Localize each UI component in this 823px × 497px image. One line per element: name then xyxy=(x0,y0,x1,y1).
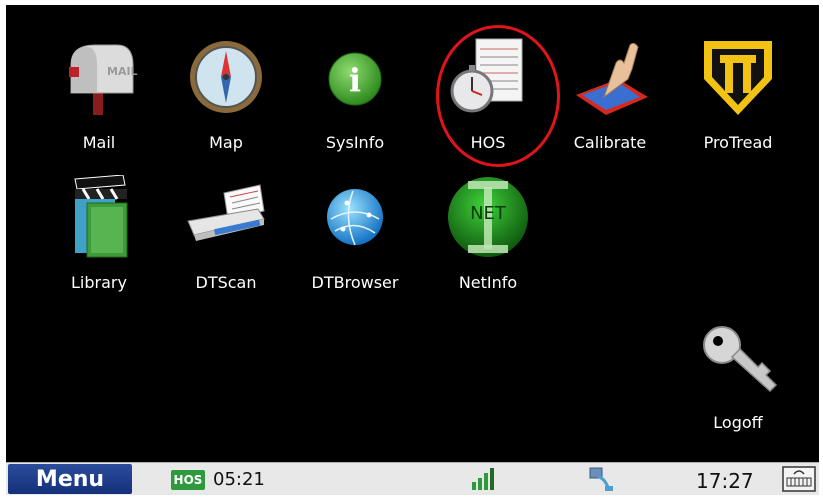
app-label: Map xyxy=(209,133,243,152)
key-icon xyxy=(696,315,780,399)
protread-shield-icon xyxy=(696,35,780,119)
app-hos[interactable]: HOS xyxy=(433,35,543,175)
stopwatch-logbook-icon xyxy=(446,35,530,119)
menu-button[interactable]: Menu xyxy=(8,464,132,494)
compass-icon xyxy=(184,35,268,119)
clock: 17:27 xyxy=(696,469,754,493)
app-netinfo[interactable]: NET NetInfo xyxy=(433,175,543,315)
scanner-icon xyxy=(184,175,268,259)
app-label: Logoff xyxy=(713,413,763,432)
mailbox-icon: MAIL xyxy=(57,35,141,119)
app-label: Mail xyxy=(82,133,116,152)
desktop: MAIL Mail Map i SysInfo HOS Calibrate Pr… xyxy=(6,5,819,462)
app-label: SysInfo xyxy=(325,133,385,152)
hos-remaining-time: 05:21 xyxy=(213,469,265,490)
globe-icon xyxy=(313,175,397,259)
taskbar: Menu HOS 05:21 17:27 xyxy=(6,462,819,495)
app-label: DTScan xyxy=(195,273,257,292)
app-mail[interactable]: MAIL Mail xyxy=(44,35,154,175)
app-label: ProTread xyxy=(703,133,773,152)
svg-text:NET: NET xyxy=(470,203,507,224)
hos-status-badge[interactable]: HOS xyxy=(171,470,205,490)
app-protread[interactable]: ProTread xyxy=(683,35,793,175)
app-label: Calibrate xyxy=(573,133,647,152)
app-label: Library xyxy=(71,273,127,292)
app-library[interactable]: Library xyxy=(44,175,154,315)
clapperboard-book-icon xyxy=(57,175,141,259)
app-label: NetInfo xyxy=(458,273,518,292)
net-info-icon: NET xyxy=(446,175,530,259)
network-cable-icon[interactable] xyxy=(588,466,618,492)
info-icon: i xyxy=(313,35,397,119)
app-dtbrowser[interactable]: DTBrowser xyxy=(300,175,410,315)
app-calibrate[interactable]: Calibrate xyxy=(555,35,665,175)
signal-bars-icon[interactable] xyxy=(471,468,497,490)
app-logoff[interactable]: Logoff xyxy=(683,315,793,455)
svg-text:i: i xyxy=(349,61,361,99)
app-label: DTBrowser xyxy=(311,273,399,292)
keyboard-icon[interactable] xyxy=(782,466,816,492)
app-dtscan[interactable]: DTScan xyxy=(171,175,281,315)
app-sysinfo[interactable]: i SysInfo xyxy=(300,35,410,175)
touch-calibrate-icon xyxy=(568,35,652,119)
app-map[interactable]: Map xyxy=(171,35,281,175)
svg-text:MAIL: MAIL xyxy=(107,65,138,78)
app-label: HOS xyxy=(470,133,506,152)
